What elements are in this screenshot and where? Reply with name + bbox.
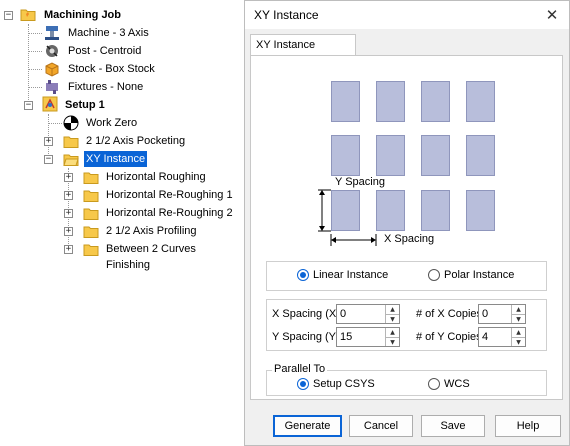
y-spacing-caption: Y Spacing bbox=[335, 176, 385, 188]
cancel-button[interactable]: Cancel bbox=[349, 415, 413, 437]
wcs-radio[interactable]: WCS bbox=[428, 378, 470, 390]
dialog-title: XY Instance bbox=[254, 8, 319, 22]
y-copies-input[interactable]: 4 ▲ ▼ bbox=[478, 327, 526, 347]
folder-open-icon bbox=[63, 154, 79, 166]
y-copies-value[interactable]: 4 bbox=[479, 328, 511, 346]
spin-up-icon[interactable]: ▲ bbox=[512, 305, 525, 315]
x-spacing-label: X Spacing (X) bbox=[272, 308, 340, 320]
tree-item-operation[interactable]: Horizontal Re-Roughing 2 bbox=[104, 205, 235, 221]
radio-unselected-icon bbox=[428, 378, 440, 390]
spin-up-icon[interactable]: ▲ bbox=[512, 328, 525, 338]
xy-instance-dialog: XY Instance ✕ XY Instance Operation bbox=[244, 0, 570, 446]
spacing-diagram: Y Spacing X Spacing bbox=[298, 68, 502, 254]
folder-icon bbox=[63, 136, 79, 148]
polar-instance-radio[interactable]: Polar Instance bbox=[428, 269, 514, 281]
radio-selected-icon bbox=[297, 269, 309, 281]
setup-icon bbox=[42, 96, 58, 112]
x-spacing-caption: X Spacing bbox=[384, 233, 435, 245]
tree-setup-label[interactable]: Setup 1 bbox=[63, 97, 107, 113]
setup-csys-label: Setup CSYS bbox=[313, 378, 375, 390]
expand-toggle[interactable]: + bbox=[44, 137, 53, 146]
stock-box-icon bbox=[45, 62, 59, 77]
collapse-toggle[interactable]: − bbox=[4, 11, 13, 20]
tree-item-operation[interactable]: Horizontal Roughing bbox=[104, 169, 208, 185]
tree-item-fixtures[interactable]: Fixtures - None bbox=[66, 79, 145, 95]
tree-item-pocketing[interactable]: 2 1/2 Axis Pocketing bbox=[84, 133, 187, 149]
tree-item-operation[interactable]: 2 1/2 Axis Profiling bbox=[104, 223, 199, 239]
y-copies-label: # of Y Copies bbox=[416, 331, 482, 343]
dialog-titlebar: XY Instance ✕ bbox=[245, 1, 569, 29]
y-spacing-input[interactable]: 15 ▲ ▼ bbox=[336, 327, 400, 347]
tree-item-post[interactable]: Post - Centroid bbox=[66, 43, 143, 59]
tree-item-work-zero[interactable]: Work Zero bbox=[84, 115, 139, 131]
machining-job-tree: − Machining Job Machine - 3 Axis Post - … bbox=[0, 0, 244, 446]
save-button[interactable]: Save bbox=[421, 415, 485, 437]
radio-unselected-icon bbox=[428, 269, 440, 281]
expand-toggle[interactable]: + bbox=[64, 245, 73, 254]
x-copies-input[interactable]: 0 ▲ ▼ bbox=[478, 304, 526, 324]
parallel-to-caption: Parallel To bbox=[272, 363, 328, 375]
tree-guide-line bbox=[28, 24, 29, 104]
polar-instance-label: Polar Instance bbox=[444, 269, 515, 281]
folder-icon bbox=[20, 9, 36, 21]
tree-guide-line bbox=[28, 33, 42, 34]
folder-icon bbox=[83, 172, 99, 184]
radio-selected-icon bbox=[297, 378, 309, 390]
tree-item-stock[interactable]: Stock - Box Stock bbox=[66, 61, 157, 77]
work-zero-icon bbox=[63, 115, 79, 131]
wcs-label: WCS bbox=[444, 378, 470, 390]
expand-toggle[interactable]: + bbox=[64, 227, 73, 236]
tree-item-operation[interactable]: Between 2 Curves Finishing bbox=[104, 241, 244, 271]
spin-down-icon[interactable]: ▼ bbox=[386, 338, 399, 347]
spin-down-icon[interactable]: ▼ bbox=[386, 315, 399, 324]
close-icon[interactable]: ✕ bbox=[541, 5, 563, 25]
tree-guide-line bbox=[48, 123, 62, 124]
expand-toggle[interactable]: + bbox=[64, 191, 73, 200]
tree-item-operation[interactable]: Horizontal Re-Roughing 1 bbox=[104, 187, 235, 203]
tree-guide-line bbox=[28, 69, 42, 70]
folder-icon bbox=[83, 226, 99, 238]
folder-icon bbox=[83, 208, 99, 220]
spin-up-icon[interactable]: ▲ bbox=[386, 305, 399, 315]
tab-panel: Y Spacing X Spacing Linear Instance Pola… bbox=[250, 55, 563, 400]
x-copies-value[interactable]: 0 bbox=[479, 305, 511, 323]
machine-icon bbox=[45, 26, 59, 40]
linear-instance-radio[interactable]: Linear Instance bbox=[297, 269, 388, 281]
x-copies-label: # of X Copies bbox=[416, 308, 483, 320]
folder-icon bbox=[83, 190, 99, 202]
help-button[interactable]: Help bbox=[495, 415, 561, 437]
post-icon bbox=[46, 45, 58, 57]
x-spacing-value[interactable]: 0 bbox=[337, 305, 385, 323]
y-spacing-label: Y Spacing (Y) bbox=[272, 331, 340, 343]
collapse-toggle[interactable]: − bbox=[44, 155, 53, 164]
app-screen: − Machining Job Machine - 3 Axis Post - … bbox=[0, 0, 570, 446]
tree-root-label[interactable]: Machining Job bbox=[42, 7, 123, 23]
spin-down-icon[interactable]: ▼ bbox=[512, 338, 525, 347]
tab-xy-instance-operation[interactable]: XY Instance Operation bbox=[250, 34, 356, 72]
spin-down-icon[interactable]: ▼ bbox=[512, 315, 525, 324]
spacing-arrows bbox=[318, 189, 377, 246]
expand-toggle[interactable]: + bbox=[64, 209, 73, 218]
fixtures-icon bbox=[46, 80, 58, 94]
x-spacing-input[interactable]: 0 ▲ ▼ bbox=[336, 304, 400, 324]
tree-guide-line bbox=[28, 87, 42, 88]
generate-button[interactable]: Generate bbox=[273, 415, 342, 437]
expand-toggle[interactable]: + bbox=[64, 173, 73, 182]
tree-item-xy-instance[interactable]: XY Instance bbox=[84, 151, 148, 167]
y-spacing-value[interactable]: 15 bbox=[337, 328, 385, 346]
folder-icon bbox=[83, 244, 99, 256]
tree-item-machine[interactable]: Machine - 3 Axis bbox=[66, 25, 151, 41]
collapse-toggle[interactable]: − bbox=[24, 101, 33, 110]
spin-up-icon[interactable]: ▲ bbox=[386, 328, 399, 338]
tree-guide-line bbox=[28, 51, 42, 52]
setup-csys-radio[interactable]: Setup CSYS bbox=[297, 378, 375, 390]
linear-instance-label: Linear Instance bbox=[313, 269, 389, 281]
